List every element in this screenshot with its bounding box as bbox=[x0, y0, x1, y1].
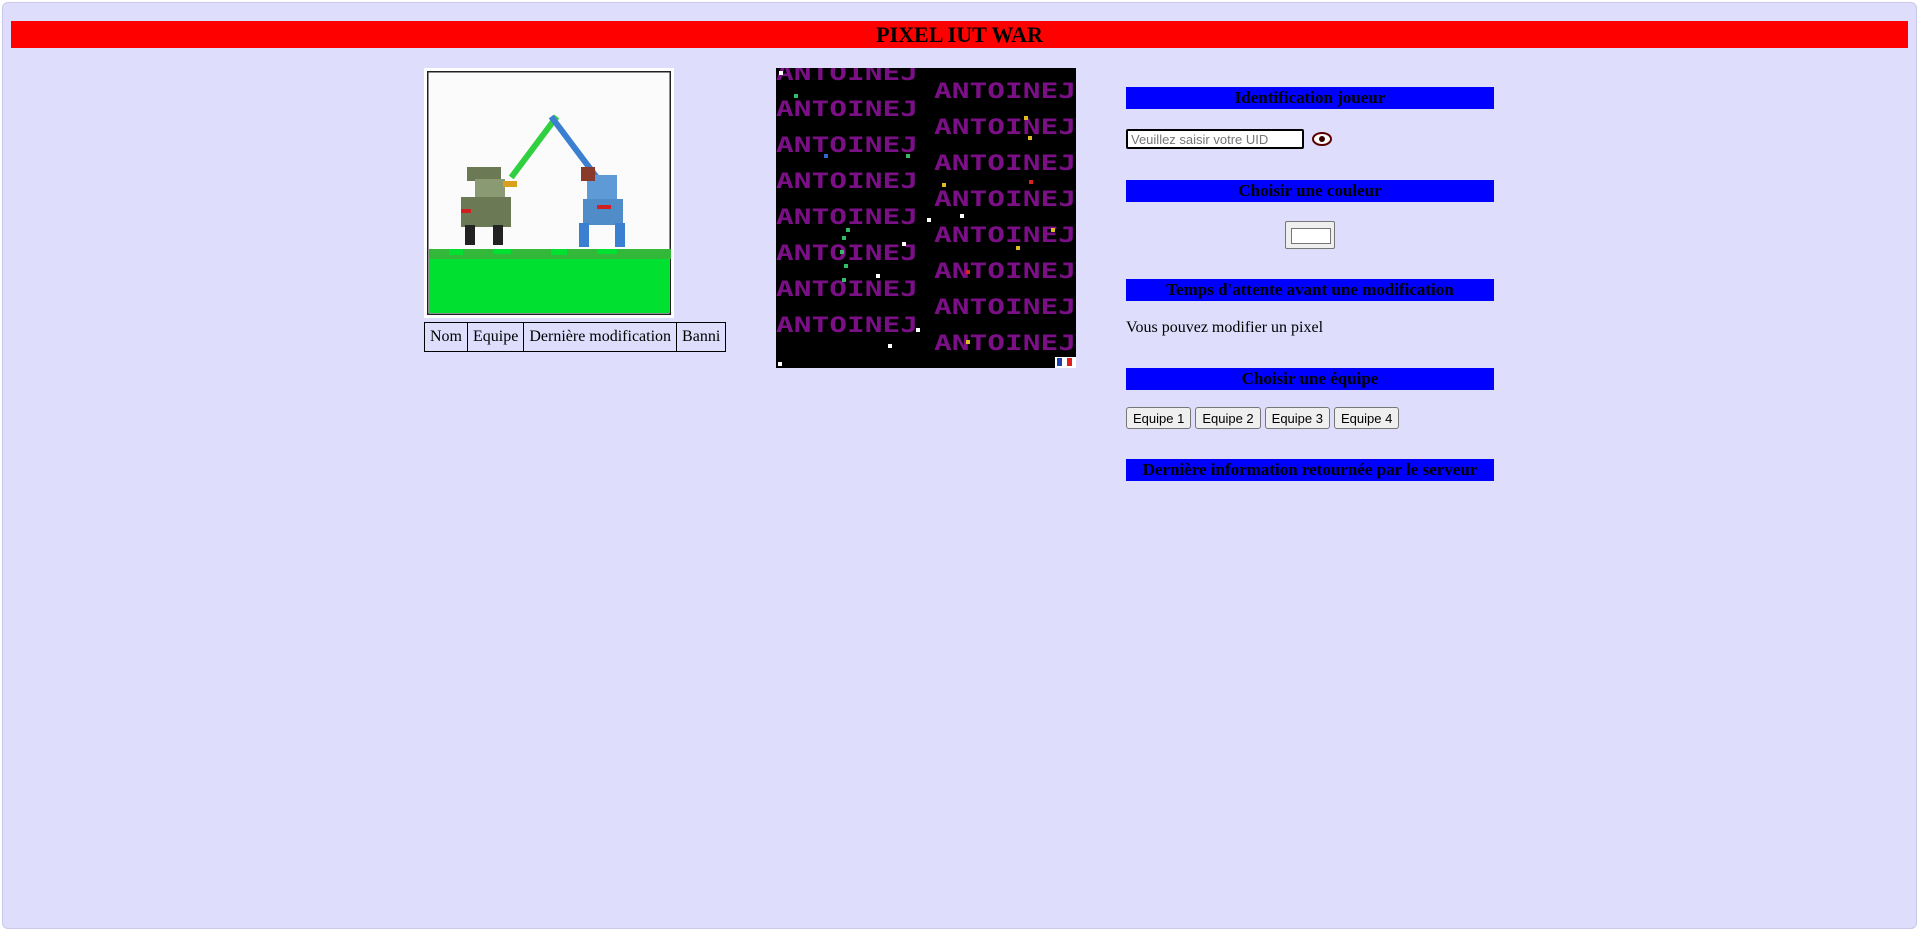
players-table: Nom Equipe Dernière modification Banni bbox=[424, 322, 727, 352]
team-2-button[interactable]: Equipe 2 bbox=[1195, 407, 1261, 429]
game-logo bbox=[424, 68, 674, 318]
canvas-pixel bbox=[888, 344, 892, 348]
canvas-pixel bbox=[927, 218, 931, 222]
wait-status-text: Vous pouvez modifier un pixel bbox=[1126, 319, 1324, 336]
canvas-pixel bbox=[960, 214, 964, 218]
server-info-header: Dernière information retournée par le se… bbox=[1126, 459, 1494, 481]
team-4-button[interactable]: Equipe 4 bbox=[1333, 407, 1400, 429]
wait-time-header: Temps d'attente avant une modification bbox=[1126, 279, 1494, 301]
team-3-button[interactable]: Equipe 3 bbox=[1264, 407, 1330, 429]
sword-fight-illustration bbox=[427, 71, 671, 315]
canvas-text: ANTOINEJ bbox=[934, 115, 1076, 139]
canvas-text: ANTOINEJ bbox=[776, 133, 918, 157]
column-header-derniere-modification: Dernière modification bbox=[523, 322, 678, 352]
canvas-pixel bbox=[824, 154, 828, 158]
canvas-text: ANTOINEJ bbox=[934, 331, 1076, 355]
canvas-text: ANTOINEJ bbox=[776, 169, 918, 193]
canvas-text: ANTOINEJ bbox=[776, 97, 918, 121]
canvas-pixel bbox=[1029, 180, 1033, 184]
canvas-text: ANTOINEJ bbox=[934, 187, 1076, 211]
canvas-text: ANTOINEJ bbox=[934, 259, 1076, 283]
identification-header: Identification joueur bbox=[1126, 87, 1494, 109]
team-header: Choisir une équipe bbox=[1126, 368, 1494, 390]
canvas-pixel bbox=[779, 71, 783, 75]
canvas-text: ANTOINEJ bbox=[776, 68, 918, 85]
color-picker[interactable] bbox=[1285, 221, 1335, 249]
column-header-banni: Banni bbox=[676, 322, 727, 352]
canvas-pixel bbox=[906, 154, 910, 158]
canvas-pixel bbox=[778, 362, 782, 366]
canvas-pixel bbox=[844, 264, 848, 268]
color-swatch bbox=[1291, 228, 1331, 244]
canvas-text: ANTOINEJ bbox=[776, 205, 918, 229]
column-header-nom: Nom bbox=[424, 322, 468, 352]
uid-row bbox=[1126, 129, 1332, 149]
canvas-pixel bbox=[842, 236, 846, 240]
canvas-pixel bbox=[966, 270, 970, 274]
canvas-text: ANTOINEJ bbox=[934, 79, 1076, 103]
canvas-text: ANTOINEJ bbox=[934, 223, 1076, 247]
canvas-text: ANTOINEJ bbox=[934, 295, 1076, 319]
canvas-pixel bbox=[842, 278, 846, 282]
canvas-text: ANTOINEJ bbox=[776, 241, 918, 265]
canvas-pixel bbox=[1024, 116, 1028, 120]
canvas-text: ANTOINEJ bbox=[776, 313, 918, 337]
canvas-pixel bbox=[1016, 246, 1020, 250]
pixel-canvas[interactable]: ANTOINEJ ANTOINEJ ANTOINEJ ANTOINEJ ANTOINEJ… bbox=[776, 61, 1076, 368]
canvas-pixel bbox=[966, 340, 970, 344]
pixel-grid[interactable]: ANTOINEJ ANTOINEJ ANTOINEJ ANTOINEJ ANTOINEJ… bbox=[776, 61, 1076, 368]
canvas-pixel bbox=[846, 228, 850, 232]
team-buttons: Equipe 1 Equipe 2 Equipe 3 Equipe 4 bbox=[1126, 407, 1400, 429]
canvas-pixel bbox=[942, 183, 946, 187]
page-title: PIXEL IUT WAR bbox=[11, 21, 1908, 48]
canvas-pixel bbox=[876, 274, 880, 278]
french-flag-icon bbox=[1055, 357, 1076, 368]
canvas-text: ANTOINEJ bbox=[776, 277, 918, 301]
canvas-pixel bbox=[794, 94, 798, 98]
eye-icon[interactable] bbox=[1312, 132, 1332, 146]
canvas-pixel bbox=[1028, 136, 1032, 140]
canvas-pixel bbox=[916, 328, 920, 332]
canvas-pixel bbox=[902, 242, 906, 246]
canvas-pixel bbox=[1051, 228, 1055, 232]
column-header-equipe: Equipe bbox=[466, 322, 525, 352]
canvas-pixel bbox=[840, 250, 844, 254]
players-table-header-row: Nom Equipe Dernière modification Banni bbox=[424, 322, 727, 352]
team-1-button[interactable]: Equipe 1 bbox=[1126, 407, 1192, 429]
canvas-text: ANTOINEJ bbox=[934, 151, 1076, 175]
color-header: Choisir une couleur bbox=[1126, 180, 1494, 202]
uid-input[interactable] bbox=[1126, 129, 1304, 149]
